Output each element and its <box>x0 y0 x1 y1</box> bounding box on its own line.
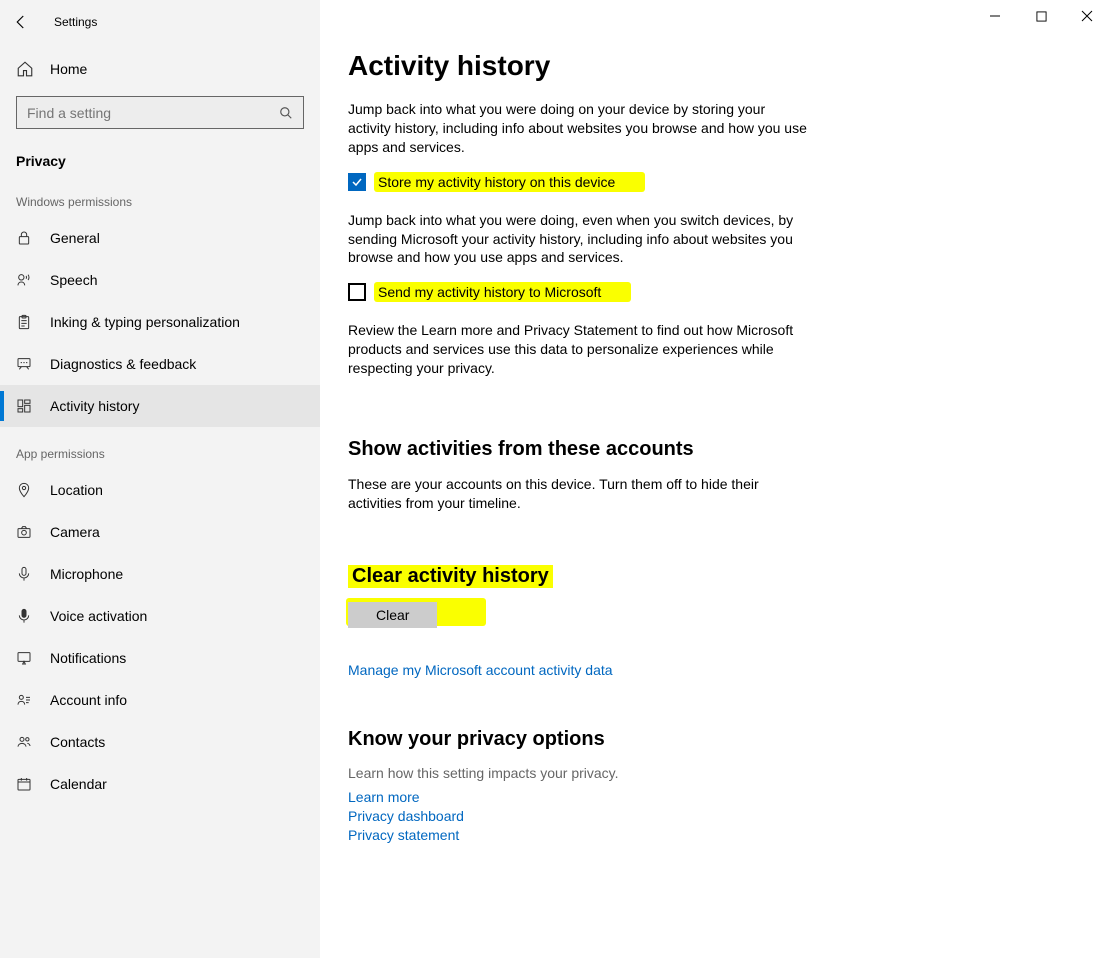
nav-item-label: Location <box>50 482 103 498</box>
privacy-dashboard-link[interactable]: Privacy dashboard <box>348 808 1074 824</box>
nav-item-label: Camera <box>50 524 100 540</box>
microphone-icon <box>16 566 34 582</box>
account-icon <box>16 692 34 708</box>
nav-group-windows: Windows permissions <box>0 175 320 217</box>
nav-item-diagnostics[interactable]: Diagnostics & feedback <box>0 343 320 385</box>
nav-item-inking[interactable]: Inking & typing personalization <box>0 301 320 343</box>
nav-item-voice-activation[interactable]: Voice activation <box>0 595 320 637</box>
sidebar: Settings Home Privacy Windows permission… <box>0 0 320 958</box>
nav-home[interactable]: Home <box>0 50 320 88</box>
description-1: Jump back into what you were doing on yo… <box>348 100 808 157</box>
description-2: Jump back into what you were doing, even… <box>348 211 808 268</box>
accounts-heading: Show activities from these accounts <box>348 438 1074 461</box>
nav-item-label: Speech <box>50 272 97 288</box>
voice-icon <box>16 608 34 624</box>
nav-item-activity-history[interactable]: Activity history <box>0 385 320 427</box>
lock-icon <box>16 230 34 246</box>
main-content: Activity history Jump back into what you… <box>320 0 1110 958</box>
checkbox-label: Store my activity history on this device <box>376 173 617 191</box>
maximize-button[interactable] <box>1018 0 1064 32</box>
nav-group-app: App permissions <box>0 427 320 469</box>
camera-icon <box>16 524 34 540</box>
clear-button[interactable]: Clear <box>348 602 437 628</box>
page-title: Activity history <box>348 50 1074 82</box>
nav-item-calendar[interactable]: Calendar <box>0 763 320 805</box>
window-controls <box>972 0 1110 32</box>
clipboard-icon <box>16 314 34 330</box>
search-icon <box>279 106 293 120</box>
nav-item-microphone[interactable]: Microphone <box>0 553 320 595</box>
calendar-icon <box>16 776 34 792</box>
app-title: Settings <box>54 15 97 29</box>
nav-item-notifications[interactable]: Notifications <box>0 637 320 679</box>
nav-item-label: Microphone <box>50 566 123 582</box>
nav-item-label: Activity history <box>50 398 139 414</box>
contacts-icon <box>16 734 34 750</box>
notifications-icon <box>16 650 34 666</box>
nav-item-label: Calendar <box>50 776 107 792</box>
nav-item-label: Contacts <box>50 734 105 750</box>
home-icon <box>16 60 34 78</box>
privacy-options-heading: Know your privacy options <box>348 728 1074 751</box>
nav-item-camera[interactable]: Camera <box>0 511 320 553</box>
checkbox-store-activity[interactable]: Store my activity history on this device <box>348 173 1074 191</box>
manage-account-link[interactable]: Manage my Microsoft account activity dat… <box>348 662 1074 678</box>
checkbox-icon <box>348 283 366 301</box>
activity-icon <box>16 398 34 414</box>
nav-item-speech[interactable]: Speech <box>0 259 320 301</box>
search-box[interactable] <box>16 96 304 129</box>
feedback-icon <box>16 356 34 372</box>
nav-category: Privacy <box>0 143 320 175</box>
minimize-button[interactable] <box>972 0 1018 32</box>
description-3: Review the Learn more and Privacy Statem… <box>348 321 808 378</box>
nav-item-location[interactable]: Location <box>0 469 320 511</box>
speech-icon <box>16 272 34 288</box>
close-button[interactable] <box>1064 0 1110 32</box>
learn-more-link[interactable]: Learn more <box>348 789 1074 805</box>
nav-item-label: Account info <box>50 692 127 708</box>
clear-heading: Clear activity history <box>348 565 553 588</box>
nav-home-label: Home <box>50 61 87 77</box>
nav-item-label: Diagnostics & feedback <box>50 356 196 372</box>
checkbox-label: Send my activity history to Microsoft <box>376 283 603 301</box>
nav-item-account-info[interactable]: Account info <box>0 679 320 721</box>
nav-item-contacts[interactable]: Contacts <box>0 721 320 763</box>
checkbox-icon <box>348 173 366 191</box>
checkbox-send-microsoft[interactable]: Send my activity history to Microsoft <box>348 283 1074 301</box>
privacy-options-description: Learn how this setting impacts your priv… <box>348 765 1074 781</box>
privacy-statement-link[interactable]: Privacy statement <box>348 827 1074 843</box>
nav-item-label: General <box>50 230 100 246</box>
search-input[interactable] <box>27 105 279 121</box>
nav-item-label: Inking & typing personalization <box>50 314 240 330</box>
nav-item-general[interactable]: General <box>0 217 320 259</box>
accounts-description: These are your accounts on this device. … <box>348 475 768 513</box>
nav-item-label: Voice activation <box>50 608 147 624</box>
back-button[interactable] <box>12 13 30 31</box>
location-icon <box>16 482 34 498</box>
nav-item-label: Notifications <box>50 650 126 666</box>
